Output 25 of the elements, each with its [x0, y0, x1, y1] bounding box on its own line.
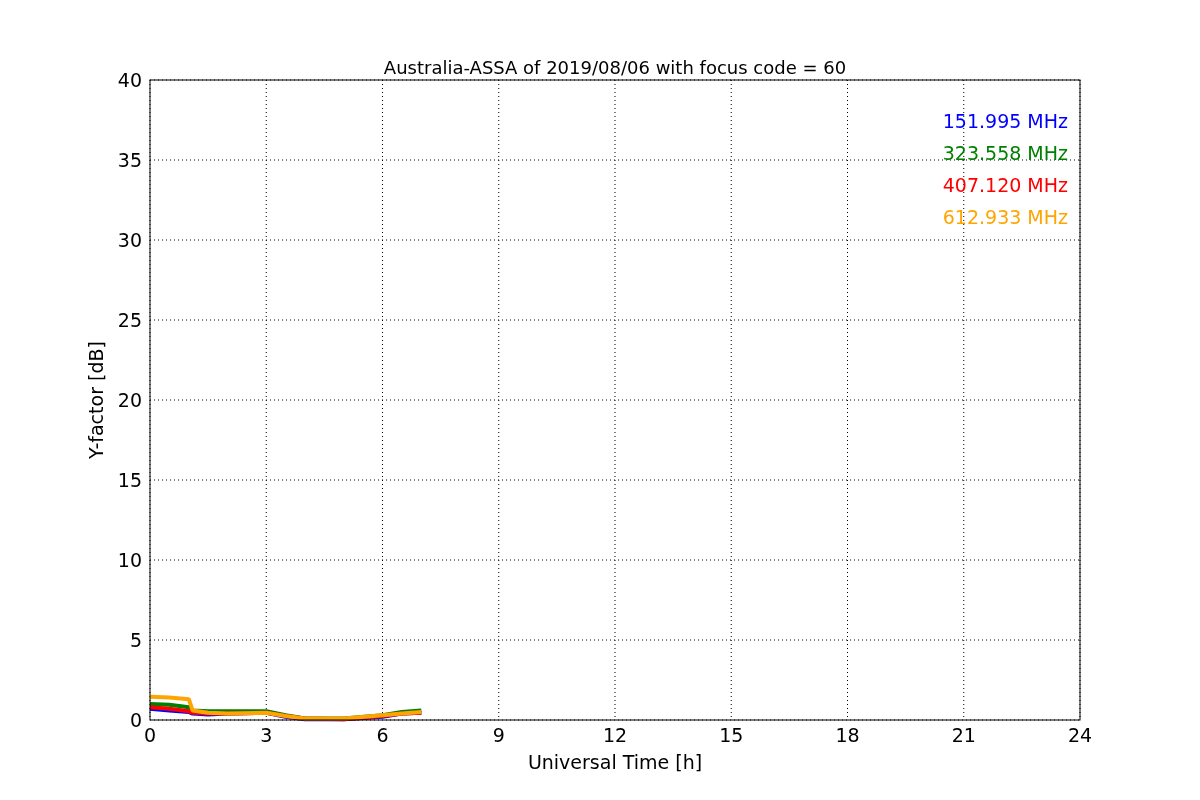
y-tick-label: 5: [129, 629, 142, 651]
legend-label: 612.933 MHz: [942, 206, 1068, 228]
legend-label: 151.995 MHz: [942, 110, 1068, 132]
x-tick-label: 0: [143, 724, 157, 746]
x-axis-label: Universal Time [h]: [527, 751, 703, 773]
x-tick-label: 9: [492, 724, 505, 746]
x-tick-label: 24: [1067, 724, 1093, 746]
x-tick-label: 18: [835, 724, 860, 746]
y-tick-label: 30: [117, 229, 142, 251]
y-tick-label: 35: [117, 149, 142, 171]
y-tick-label: 40: [117, 69, 142, 91]
chart-title: Australia-ASSA of 2019/08/06 with focus code = 60: [383, 57, 847, 78]
x-tick-label: 21: [951, 724, 976, 746]
legend-label: 323.558 MHz: [942, 142, 1068, 164]
legend-label: 407.120 MHz: [942, 174, 1068, 196]
x-tick-label: 6: [376, 724, 389, 746]
y-tick-label: 15: [117, 469, 142, 491]
y-tick-label: 25: [117, 309, 142, 331]
x-tick-label: 3: [260, 724, 273, 746]
y-tick-label: 0: [129, 709, 142, 731]
y-tick-label: 10: [117, 549, 142, 571]
x-tick-label: 12: [602, 724, 628, 746]
y-axis-label: Y-factor [dB]: [85, 341, 107, 459]
y-tick-label: 20: [117, 389, 142, 411]
x-tick-label: 15: [719, 724, 744, 746]
